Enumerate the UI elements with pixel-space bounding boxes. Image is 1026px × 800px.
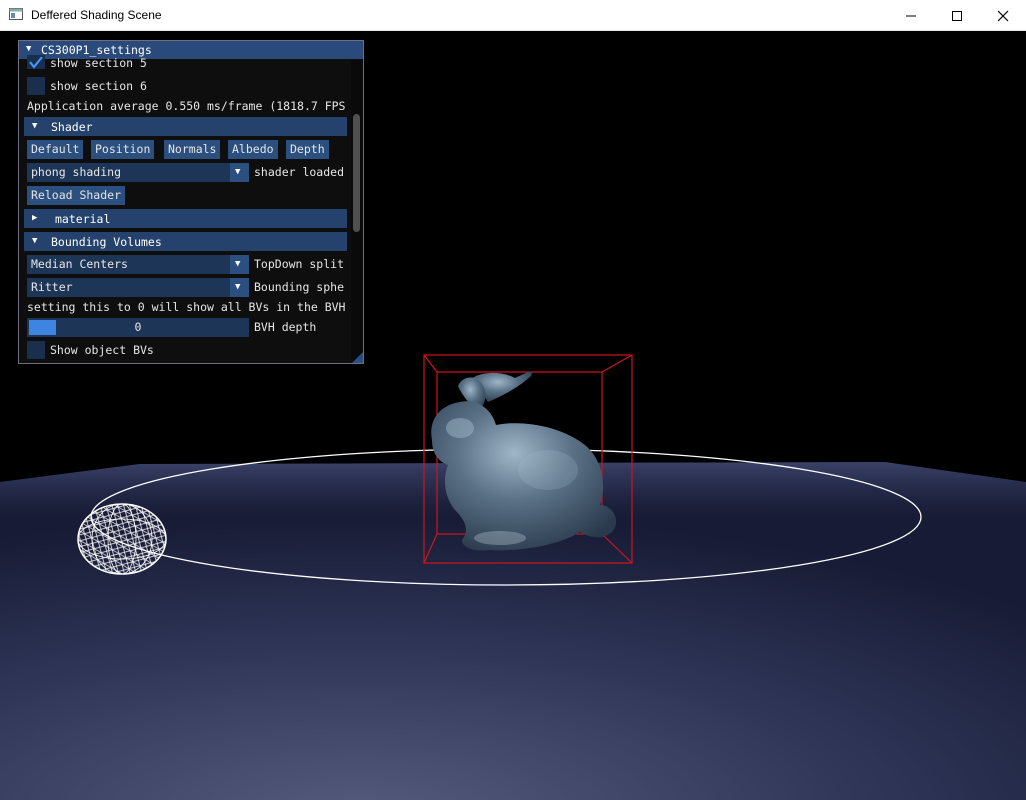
split-method-label: TopDown split [254, 257, 345, 271]
app-window-icon [9, 8, 23, 20]
show-section-6-label: show section 6 [50, 79, 147, 93]
dropdown-arrow-icon: ▼ [230, 255, 249, 274]
show-object-bvs-label: Show object BVs [50, 343, 154, 357]
show-object-bvs-checkbox[interactable] [27, 341, 45, 359]
panel-title: CS300P1_settings [41, 43, 152, 57]
panel-scrollbar[interactable] [351, 60, 363, 360]
close-icon [997, 10, 1009, 22]
resize-grip-icon[interactable] [352, 352, 363, 363]
fps-text: Application average 0.550 ms/frame (1818… [27, 99, 346, 113]
shader-section-header[interactable]: ▼ Shader [24, 117, 347, 136]
bvh-depth-slider[interactable]: 0 [27, 318, 249, 337]
minimize-button[interactable] [888, 0, 934, 31]
shader-combo-label: shader loaded [254, 165, 345, 179]
normals-button[interactable]: Normals [164, 140, 221, 159]
title-bar: Deffered Shading Scene [0, 0, 1026, 31]
collapsed-triangle-icon: ▶ [32, 213, 38, 223]
show-section-5-label: show section 5 [50, 56, 147, 70]
checkmark-icon [29, 57, 43, 69]
material-section-header[interactable]: ▶ material [24, 209, 347, 228]
bounding-sphere-combo[interactable]: Ritter ▼ [27, 278, 249, 297]
reload-shader-button[interactable]: Reload Shader [27, 186, 126, 205]
dropdown-arrow-icon: ▼ [230, 278, 249, 297]
shader-combo[interactable]: phong shading ▼ [27, 163, 249, 182]
default-button[interactable]: Default [27, 140, 84, 159]
close-button[interactable] [980, 0, 1026, 31]
bounding-volumes-section-header[interactable]: ▼ Bounding Volumes [24, 232, 347, 251]
minimize-icon [906, 15, 916, 17]
expand-triangle-icon: ▼ [32, 236, 38, 246]
show-section-6-checkbox[interactable] [27, 77, 45, 95]
window-title: Deffered Shading Scene [31, 8, 162, 22]
show-section-5-checkbox[interactable] [27, 55, 45, 69]
depth-button[interactable]: Depth [286, 140, 329, 159]
settings-panel[interactable]: ▼ CS300P1_settings show section 5 show s… [18, 40, 364, 364]
maximize-button[interactable] [934, 0, 980, 31]
albedo-button[interactable]: Albedo [228, 140, 278, 159]
maximize-icon [952, 11, 962, 21]
bounding-sphere-label: Bounding sphe [254, 280, 345, 294]
split-method-combo[interactable]: Median Centers ▼ [27, 255, 249, 274]
light-sphere-wireframe [77, 503, 167, 575]
expand-triangle-icon: ▼ [32, 121, 38, 131]
bvh-depth-label: BVH depth [254, 320, 317, 334]
bvh-hint-text: setting this to 0 will show all BVs in t… [27, 300, 346, 314]
dropdown-arrow-icon: ▼ [230, 163, 249, 182]
scrollbar-thumb[interactable] [353, 114, 360, 232]
position-button[interactable]: Position [91, 140, 155, 159]
collapse-triangle-icon[interactable]: ▼ [26, 44, 31, 54]
